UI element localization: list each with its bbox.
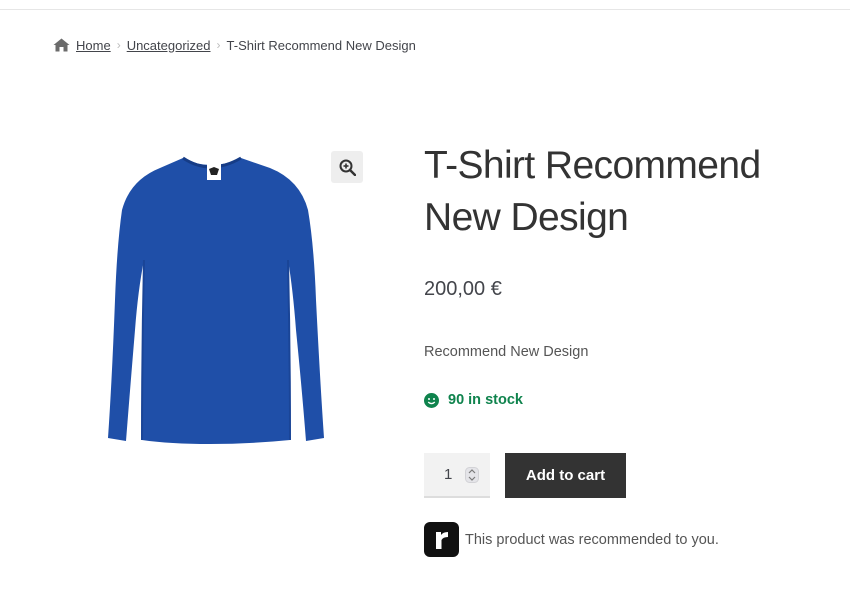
product-price: 200,00 € xyxy=(424,278,502,300)
spinner-arrows-icon[interactable] xyxy=(465,467,479,483)
zoom-in-icon xyxy=(339,159,356,176)
quantity-value[interactable]: 1 xyxy=(444,466,452,483)
smile-icon xyxy=(424,392,439,408)
breadcrumb-category-link[interactable]: Uncategorized xyxy=(127,38,211,53)
breadcrumb: Home › Uncategorized › T-Shirt Recommend… xyxy=(53,36,416,54)
breadcrumb-separator: › xyxy=(216,38,221,52)
breadcrumb-home-link[interactable]: Home xyxy=(76,38,111,53)
product-image[interactable] xyxy=(100,150,330,445)
stock-status: 90 in stock xyxy=(424,392,523,408)
product-short-description: Recommend New Design xyxy=(424,344,589,360)
quantity-spinner[interactable] xyxy=(465,467,479,483)
recommendation-notice: This product was recommended to you. xyxy=(424,522,719,557)
breadcrumb-current: T-Shirt Recommend New Design xyxy=(226,37,416,53)
home-icon[interactable] xyxy=(53,38,70,52)
recommend-logo-icon xyxy=(424,522,459,557)
add-to-cart-button[interactable]: Add to cart xyxy=(505,453,626,498)
quantity-stepper[interactable]: 1 xyxy=(424,453,490,498)
product-title: T-Shirt Recommend New Design xyxy=(424,144,761,239)
stock-text: 90 in stock xyxy=(448,392,523,408)
breadcrumb-separator: › xyxy=(116,38,121,52)
recommendation-text: This product was recommended to you. xyxy=(465,531,719,548)
header-divider xyxy=(0,9,850,10)
zoom-button[interactable] xyxy=(331,151,363,183)
